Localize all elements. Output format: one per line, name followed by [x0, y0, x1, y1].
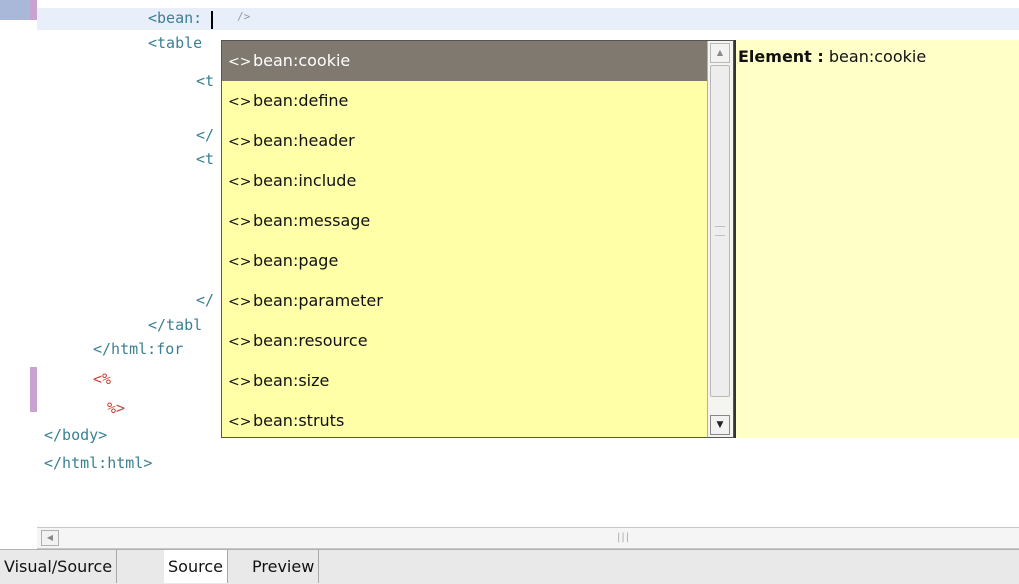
completion-item[interactable]: <>bean:page	[222, 241, 707, 281]
doc-value: bean:cookie	[828, 47, 927, 66]
horizontal-scrollbar[interactable]: ◀ |||	[37, 527, 1019, 549]
completion-item[interactable]: <>bean:include	[222, 161, 707, 201]
tag-icon: <>	[228, 134, 252, 150]
completion-item[interactable]: <>bean:struts	[222, 401, 707, 437]
completion-item-label: bean:header	[253, 131, 355, 150]
tag-icon: <>	[228, 94, 252, 110]
tag-icon: <>	[228, 334, 252, 350]
tab-source[interactable]: Source	[164, 550, 228, 583]
completion-item[interactable]: <>bean:define	[222, 81, 707, 121]
text-caret	[211, 11, 213, 29]
completion-item-label: bean:cookie	[253, 51, 351, 70]
completion-item[interactable]: <>bean:cookie	[222, 41, 707, 81]
completion-item-label: bean:size	[253, 371, 330, 390]
completion-item-label: bean:parameter	[253, 291, 383, 310]
editor-gutter	[0, 0, 30, 517]
scrollbar-thumb[interactable]	[710, 65, 730, 397]
documentation-panel: Element : bean:cookie	[734, 40, 1019, 438]
tag-icon: <>	[228, 254, 252, 270]
doc-label: Element :	[738, 47, 824, 66]
gutter-change-marker	[30, 367, 37, 412]
completion-item-label: bean:define	[253, 91, 349, 110]
scroll-down-icon[interactable]: ▼	[710, 415, 730, 435]
tag-icon: <>	[228, 414, 252, 430]
code-line[interactable]: </	[196, 124, 214, 146]
code-line[interactable]: <table	[148, 32, 202, 54]
tab-visual-source[interactable]: Visual/Source	[0, 550, 118, 583]
scroll-up-icon[interactable]: ▲	[710, 43, 730, 63]
tab-preview[interactable]: Preview	[248, 550, 320, 583]
autoclose-hint: />	[237, 10, 251, 23]
code-line[interactable]: </body>	[44, 424, 107, 446]
completion-item[interactable]: <>bean:message	[222, 201, 707, 241]
completion-list[interactable]: <>bean:cookie <>bean:define <>bean:heade…	[222, 41, 707, 437]
code-line[interactable]: </	[196, 289, 214, 311]
completion-item-label: bean:include	[253, 171, 357, 190]
gutter-change-marker	[30, 0, 37, 20]
code-line[interactable]: <%	[93, 368, 111, 390]
completion-item[interactable]: <>bean:header	[222, 121, 707, 161]
tag-icon: <>	[228, 174, 252, 190]
code-line[interactable]: %>	[107, 397, 125, 419]
code-line[interactable]: <t	[196, 70, 214, 92]
completion-item[interactable]: <>bean:resource	[222, 321, 707, 361]
completion-item[interactable]: <>bean:size	[222, 361, 707, 401]
completion-item-label: bean:resource	[253, 331, 368, 350]
grip-icon[interactable]: |||	[617, 532, 630, 543]
code-line[interactable]: <t	[196, 148, 214, 170]
tag-icon: <>	[228, 214, 252, 230]
code-line[interactable]: </html:html>	[44, 452, 152, 474]
grip-icon	[715, 226, 725, 236]
code-completion-popup[interactable]: <>bean:cookie <>bean:define <>bean:heade…	[221, 40, 734, 438]
editor-view-tabs: Visual/Source Source Preview	[0, 549, 1019, 584]
completion-item-label: bean:message	[253, 211, 371, 230]
tag-icon: <>	[228, 54, 252, 70]
completion-item-label: bean:page	[253, 251, 339, 270]
tag-icon: <>	[228, 294, 252, 310]
completion-scrollbar[interactable]: ▲ ▼	[707, 41, 733, 437]
tag-icon: <>	[228, 374, 252, 390]
code-line[interactable]: </html:for	[93, 338, 183, 360]
scroll-left-icon[interactable]: ◀	[41, 530, 59, 546]
code-line[interactable]: <bean:	[148, 7, 202, 29]
code-line[interactable]: </tabl	[148, 314, 202, 336]
completion-item-label: bean:struts	[253, 411, 345, 430]
completion-item[interactable]: <>bean:parameter	[222, 281, 707, 321]
